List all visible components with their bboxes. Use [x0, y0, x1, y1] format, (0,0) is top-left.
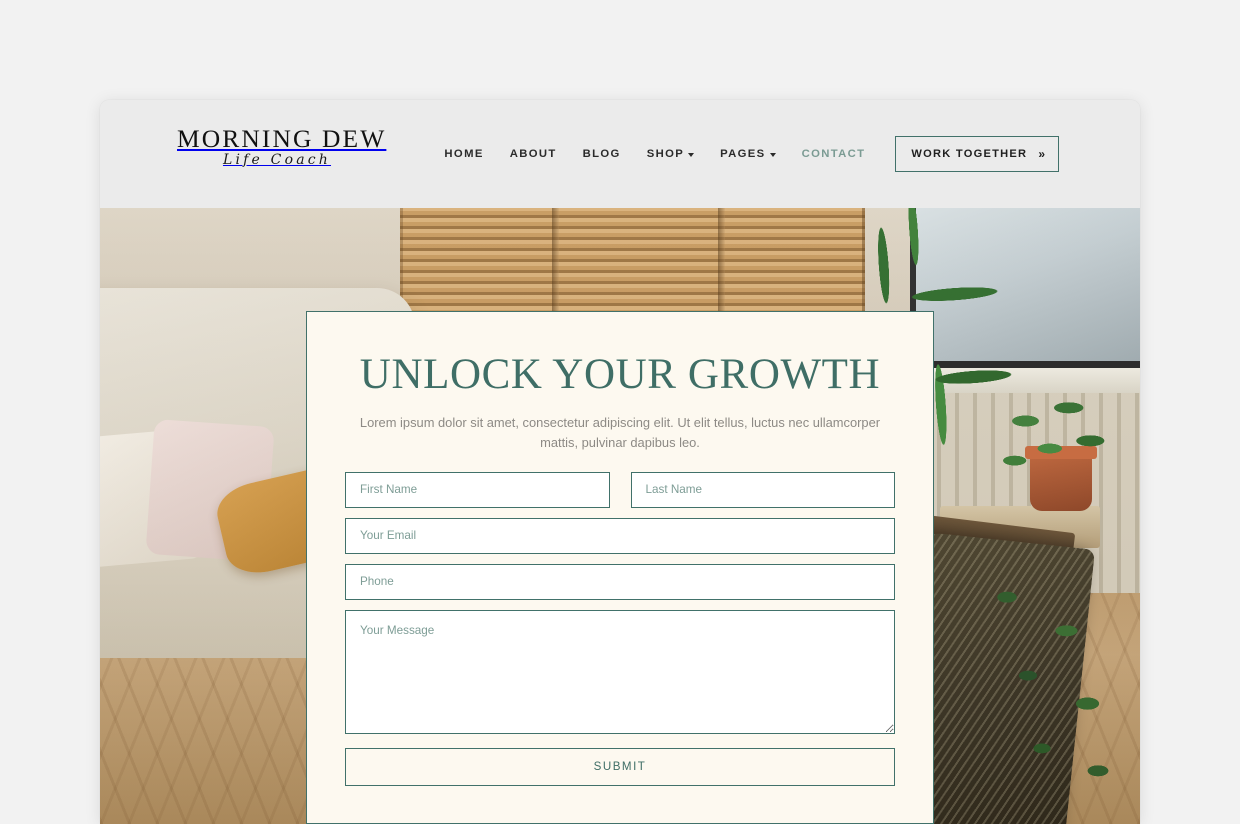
chevron-down-icon: [688, 153, 695, 157]
submit-button[interactable]: SUBMIT: [345, 747, 895, 786]
hero-section: UNLOCK YOUR GROWTH Lorem ipsum dolor sit…: [100, 208, 1140, 824]
email-input[interactable]: [345, 517, 895, 554]
nav-item-label: SHOP: [646, 148, 685, 160]
chevron-down-icon: [769, 153, 776, 157]
nav-item-label: CONTACT: [801, 148, 866, 160]
main-navigation: HOME ABOUT BLOG SHOP PAGES CONTACT WORK …: [431, 100, 1059, 208]
nav-item-contact[interactable]: CONTACT: [789, 148, 879, 160]
site-logo[interactable]: MORNING DEW Life Coach: [177, 124, 387, 168]
logo-brand-name: MORNING DEW: [177, 124, 387, 153]
nav-item-blog[interactable]: BLOG: [570, 148, 634, 160]
message-textarea[interactable]: [345, 609, 895, 734]
nav-item-shop[interactable]: SHOP: [634, 148, 707, 160]
logo-tagline: Life Coach: [222, 151, 332, 168]
browser-viewport: MORNING DEW Life Coach HOME ABOUT BLOG S…: [100, 100, 1140, 824]
nav-item-home[interactable]: HOME: [431, 148, 496, 160]
double-chevron-right-icon: »: [1038, 147, 1045, 161]
phone-input[interactable]: [345, 563, 895, 600]
form-subtitle: Lorem ipsum dolor sit amet, consectetur …: [359, 415, 881, 450]
nav-item-label: ABOUT: [509, 148, 557, 160]
contact-form: SUBMIT: [345, 471, 895, 786]
nav-item-pages[interactable]: PAGES: [707, 148, 788, 160]
contact-form-card: UNLOCK YOUR GROWTH Lorem ipsum dolor sit…: [306, 311, 934, 824]
page-title: UNLOCK YOUR GROWTH: [359, 351, 881, 398]
first-name-input[interactable]: [345, 471, 610, 508]
site-header: MORNING DEW Life Coach HOME ABOUT BLOG S…: [100, 100, 1140, 208]
nav-item-label: PAGES: [720, 148, 766, 160]
work-together-label: WORK TOGETHER: [911, 148, 1028, 160]
work-together-button[interactable]: WORK TOGETHER »: [895, 136, 1059, 172]
nav-item-label: HOME: [444, 148, 484, 160]
nav-item-label: BLOG: [582, 148, 621, 160]
nav-item-about[interactable]: ABOUT: [497, 148, 570, 160]
last-name-input[interactable]: [630, 471, 895, 508]
name-field-row: [345, 471, 895, 518]
